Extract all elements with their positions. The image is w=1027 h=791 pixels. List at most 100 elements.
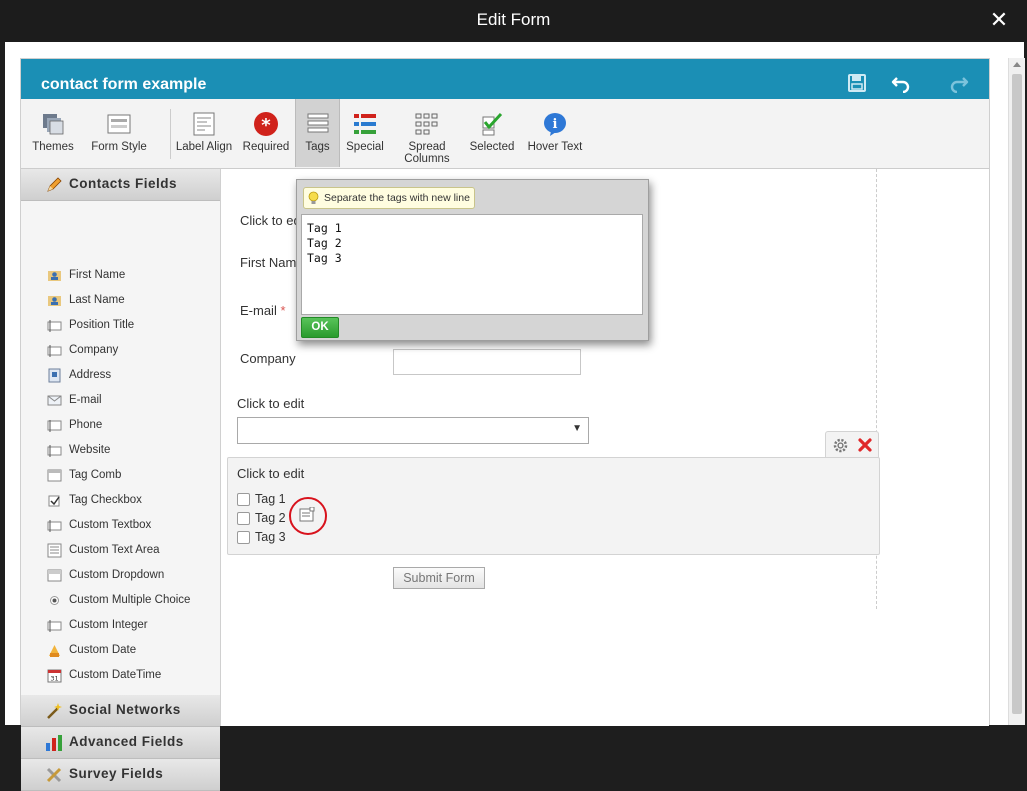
advanced-fields-label: Advanced Fields [69,734,184,749]
checkbox[interactable] [237,493,250,506]
field-custom-date[interactable]: Custom Date [47,640,217,660]
section-contacts-fields[interactable]: Contacts Fields [21,169,220,201]
delete-icon[interactable] [858,438,872,452]
field-custom-textbox[interactable]: Custom Textbox [47,515,217,535]
checkbox-label: Tag 1 [255,492,286,506]
chevron-down-icon: ▼ [572,423,582,434]
email-label[interactable]: E-mail * [240,303,286,318]
themes-label: Themes [32,141,74,153]
window-titlebar: Edit Form ✕ [0,0,1027,42]
company-label[interactable]: Company [240,351,296,366]
field-custom-dropdown[interactable]: Custom Dropdown [47,565,217,585]
field-website[interactable]: Website [47,440,217,460]
themes-icon [43,114,64,135]
field-label: Position Title [69,319,135,331]
field-position-title[interactable]: Position Title [47,315,217,335]
field-label: Phone [69,419,103,431]
svg-text:*: * [261,115,271,136]
ok-button[interactable]: OK [301,317,339,338]
tags-textarea[interactable]: Tag 1 Tag 2 Tag 3 [301,214,643,315]
textbox-icon [47,320,62,332]
radio-icon [50,596,59,605]
window-title: Edit Form [476,10,551,29]
field-label: Custom Dropdown [69,569,165,581]
svg-text:i: i [553,117,558,132]
field-label: Custom Textbox [69,519,152,531]
field-label: Custom Date [69,644,137,656]
textarea-icon [47,543,62,558]
checkbox[interactable] [237,531,250,544]
spread-columns-button[interactable]: Spread Columns [399,99,455,167]
first-name-label[interactable]: First Nam [240,255,296,270]
form-style-label: Form Style [91,141,147,153]
field-phone[interactable]: Phone [47,415,217,435]
section-advanced-fields[interactable]: Advanced Fields [21,727,220,759]
dropdown-label[interactable]: Click to edit [237,396,304,411]
textbox-icon [47,520,62,532]
field-email[interactable]: E-mail [47,390,217,410]
lightbulb-icon [308,191,319,204]
field-label: First Name [69,269,126,281]
company-input[interactable] [393,349,581,375]
undo-icon[interactable] [891,73,911,93]
fields-sidebar: Contacts Fields First Name Last Name Pos… [21,169,221,791]
special-label: Special [346,141,384,153]
checkbox[interactable] [237,512,250,525]
scroll-up-icon[interactable] [1013,62,1021,67]
section-social-networks[interactable]: Social Networks [21,695,220,727]
pencil-icon [47,177,62,192]
calendar-icon: 31 [47,669,62,683]
spread-label-1: Spread [408,141,446,153]
field-custom-datetime[interactable]: 31 Custom DateTime [47,665,217,685]
hover-text-button[interactable]: i Hover Text [525,99,585,167]
form-title-label[interactable]: Click to ed [240,213,301,228]
required-button[interactable]: * Required [241,99,291,167]
checkbox-icon [48,495,60,507]
highlight-circle [289,497,327,535]
field-tag-checkbox[interactable]: Tag Checkbox [47,490,217,510]
save-icon[interactable] [847,73,867,93]
checkbox-label: Tag 3 [255,530,286,544]
toolbar-divider [170,109,171,159]
tags-hint: Separate the tags with new line [303,187,475,209]
redo-icon[interactable] [949,73,969,93]
social-networks-label: Social Networks [69,702,181,717]
field-company[interactable]: Company [47,340,217,360]
svg-text:31: 31 [50,675,58,683]
field-custom-integer[interactable]: Custom Integer [47,615,217,635]
field-label: Tag Comb [69,469,122,481]
themes-button[interactable]: Themes [29,99,77,167]
close-icon[interactable]: ✕ [987,8,1011,32]
selected-button[interactable]: Selected [467,99,517,167]
label-align-button[interactable]: Label Align [175,99,233,167]
field-label: Last Name [69,294,125,306]
tag-comb-icon [47,469,62,482]
field-first-name[interactable]: First Name [47,265,217,285]
selected-label: Selected [469,141,515,153]
field-last-name[interactable]: Last Name [47,290,217,310]
scroll-thumb[interactable] [1012,74,1022,714]
section-survey-fields[interactable]: Survey Fields [21,759,220,791]
dropdown-select[interactable]: ▼ [237,417,589,444]
tags-button[interactable]: Tags [295,99,340,167]
field-custom-multiple-choice[interactable]: Custom Multiple Choice [47,590,217,610]
scrollbar[interactable] [1008,58,1025,725]
form-style-button[interactable]: Form Style [87,99,151,167]
envelope-icon [47,395,62,406]
checkbox-group-label[interactable]: Click to edit [237,466,304,481]
field-tag-comb[interactable]: Tag Comb [47,465,217,485]
field-label: Tag Checkbox [69,494,142,506]
hint-text: Separate the tags with new line [324,192,470,204]
textbox-icon [47,620,62,632]
field-label: Custom Multiple Choice [69,594,191,606]
date-icon [49,645,60,657]
special-button[interactable]: Special [343,99,387,167]
selected-checkbox-field[interactable] [227,457,880,555]
info-icon: i [544,113,566,136]
email-label-text: E-mail [240,303,277,318]
gear-icon[interactable] [833,438,848,453]
field-address[interactable]: Address [47,365,217,385]
field-custom-text-area[interactable]: Custom Text Area [47,540,217,560]
submit-button[interactable]: Submit Form [393,567,485,589]
tools-icon [46,767,62,783]
